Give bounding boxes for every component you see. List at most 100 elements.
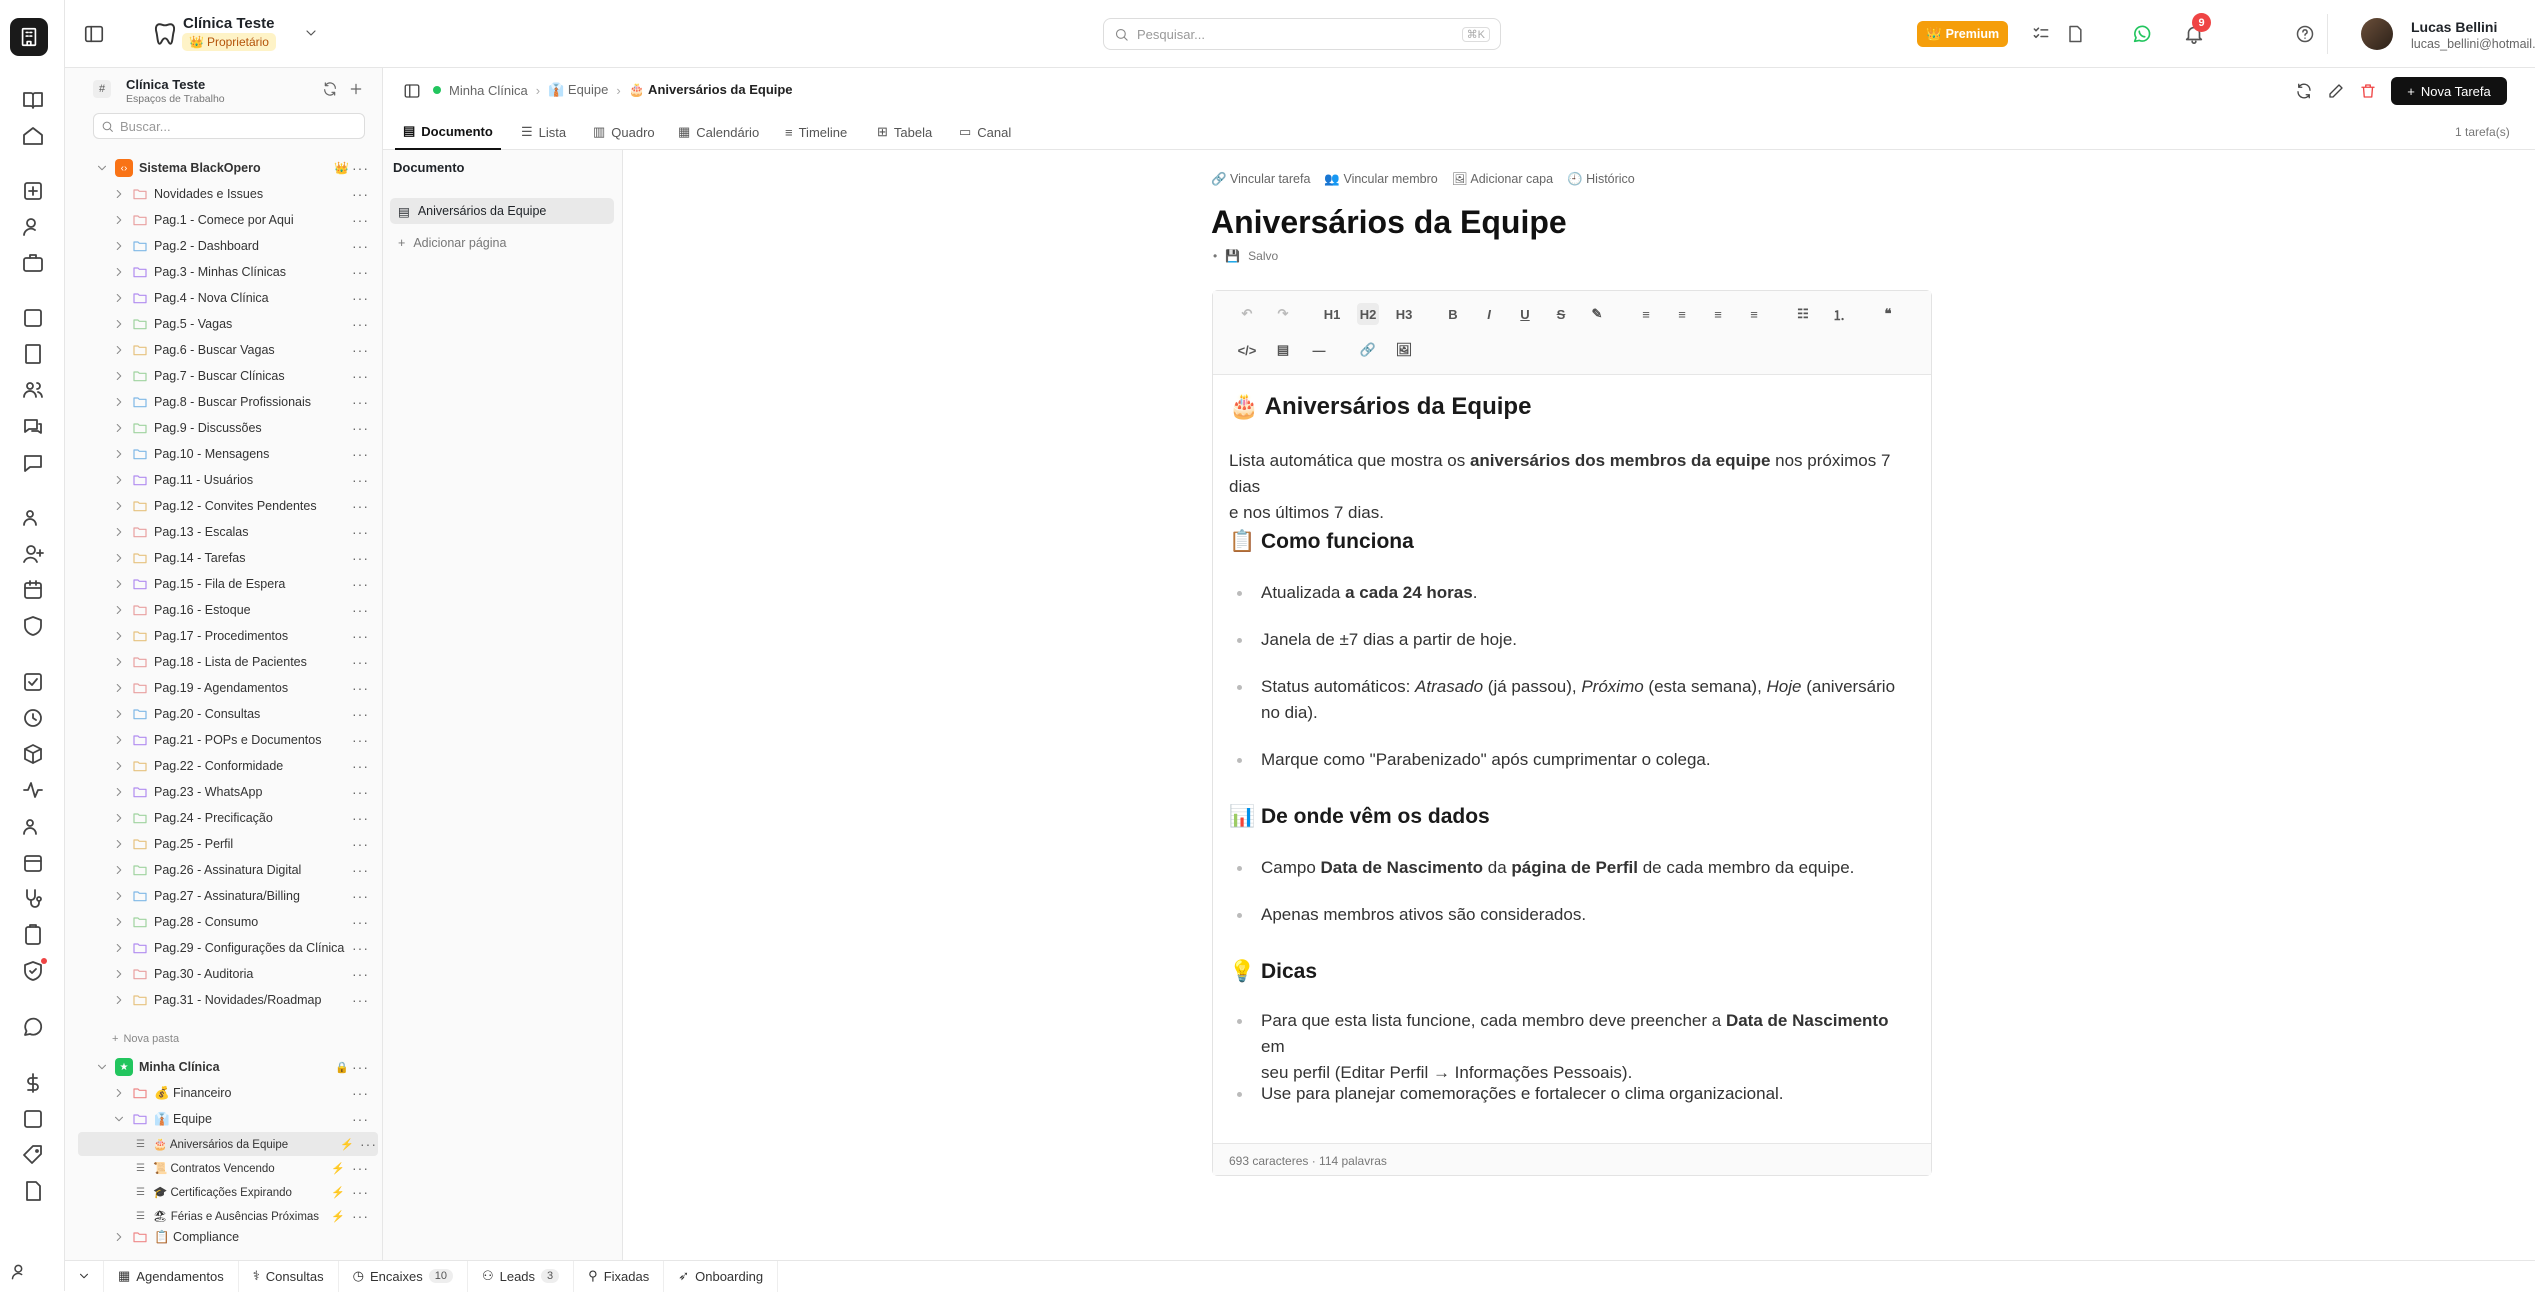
align-left-icon[interactable]: ≡ xyxy=(1635,303,1657,325)
bottom-encaixes[interactable]: ◷ Encaixes 10 xyxy=(339,1260,468,1292)
more-icon[interactable]: ··· xyxy=(352,498,369,514)
bottom-consultas[interactable]: ⚕ Consultas xyxy=(239,1260,339,1292)
link-member-button[interactable]: 👥 Vincular membro xyxy=(1324,172,1437,187)
sidebar-sub-page[interactable]: ☰ 🎂 Aniversários da Equipe ⚡ ··· xyxy=(78,1132,378,1156)
more-icon[interactable]: ··· xyxy=(352,1059,369,1075)
sidebar-folder[interactable]: Pag.8 - Buscar Profissionais ··· xyxy=(65,389,382,415)
clock-icon[interactable] xyxy=(21,706,45,730)
history-button[interactable]: 🕘 Histórico xyxy=(1567,172,1635,187)
check-square-icon[interactable] xyxy=(21,670,45,694)
briefcase-icon[interactable] xyxy=(21,251,45,275)
user-plus-icon[interactable] xyxy=(21,542,45,566)
sidebar-folder[interactable]: Pag.3 - Minhas Clínicas ··· xyxy=(65,259,382,285)
ordered-list-icon[interactable]: ⒈ xyxy=(1828,303,1850,325)
sidebar-folder[interactable]: Pag.1 - Comece por Aqui ··· xyxy=(65,207,382,233)
more-icon[interactable]: ··· xyxy=(352,368,369,384)
panel-toggle-icon[interactable] xyxy=(403,82,421,100)
whatsapp-icon[interactable] xyxy=(2131,23,2153,45)
search-input[interactable]: Pesquisar... ⌘K xyxy=(1103,18,1501,50)
page-item-active[interactable]: ▤ Aniversários da Equipe xyxy=(390,198,614,224)
app-logo[interactable] xyxy=(10,18,48,56)
sidebar-folder[interactable]: Pag.13 - Escalas ··· xyxy=(65,519,382,545)
more-icon[interactable]: ··· xyxy=(352,914,369,930)
more-icon[interactable]: ··· xyxy=(352,446,369,462)
more-icon[interactable]: ··· xyxy=(352,1085,369,1101)
sidebar-folder[interactable]: Pag.7 - Buscar Clínicas ··· xyxy=(65,363,382,389)
tab-canal[interactable]: ▭ Canal xyxy=(959,114,1011,150)
whatsapp-icon[interactable] xyxy=(21,1015,45,1039)
more-icon[interactable]: ··· xyxy=(352,940,369,956)
redo-icon[interactable]: ↷ xyxy=(1272,303,1294,325)
shield-icon[interactable] xyxy=(21,614,45,638)
more-icon[interactable]: ··· xyxy=(352,524,369,540)
tab-timeline[interactable]: ≡ Timeline xyxy=(785,114,847,150)
folder-financeiro[interactable]: 💰 Financeiro ··· xyxy=(65,1080,382,1106)
more-icon[interactable]: ··· xyxy=(352,680,369,696)
more-icon[interactable]: ··· xyxy=(352,758,369,774)
user-search-icon[interactable] xyxy=(21,215,45,239)
dollar-icon[interactable] xyxy=(21,1071,45,1095)
calendar-check-icon[interactable] xyxy=(21,851,45,875)
file-icon[interactable] xyxy=(21,1179,45,1203)
more-icon[interactable]: ··· xyxy=(352,706,369,722)
edit-icon[interactable] xyxy=(2327,82,2345,100)
more-icon[interactable]: ··· xyxy=(352,1111,369,1127)
chat-icon[interactable] xyxy=(21,415,45,439)
tab-calendario[interactable]: ▦ Calendário xyxy=(678,114,759,150)
heading-3-icon[interactable]: H3 xyxy=(1393,303,1415,325)
more-icon[interactable]: ··· xyxy=(352,992,369,1008)
sidebar-folder[interactable]: Pag.20 - Consultas ··· xyxy=(65,701,382,727)
italic-icon[interactable]: I xyxy=(1478,303,1500,325)
add-page-button[interactable]: + Adicionar página xyxy=(398,230,506,256)
bottom-leads[interactable]: ⚇ Leads 3 xyxy=(468,1260,575,1292)
workspace-name[interactable]: Clínica Teste xyxy=(183,15,274,32)
tab-lista[interactable]: ☰ Lista xyxy=(521,114,566,150)
sidebar-folder[interactable]: Novidades e Issues ··· xyxy=(65,181,382,207)
strikethrough-icon[interactable]: S xyxy=(1550,303,1572,325)
chevron-down-icon[interactable] xyxy=(303,25,319,41)
more-icon[interactable]: ··· xyxy=(352,810,369,826)
sidebar-folder[interactable]: Pag.18 - Lista de Pacientes ··· xyxy=(65,649,382,675)
sidebar-folder[interactable]: Pag.11 - Usuários ··· xyxy=(65,467,382,493)
sidebar-folder[interactable]: Pag.29 - Configurações da Clínica ··· xyxy=(65,935,382,961)
bullet-list-icon[interactable]: ☷ xyxy=(1792,303,1814,325)
more-icon[interactable]: ··· xyxy=(352,1184,369,1200)
more-icon[interactable]: ··· xyxy=(352,654,369,670)
refresh-icon[interactable] xyxy=(322,81,338,97)
sidebar-folder[interactable]: Pag.6 - Buscar Vagas ··· xyxy=(65,337,382,363)
more-icon[interactable]: ··· xyxy=(352,732,369,748)
tasks-icon[interactable] xyxy=(2031,24,2051,44)
undo-icon[interactable]: ↶ xyxy=(1236,303,1258,325)
workspace-avatar[interactable] xyxy=(145,14,185,54)
more-icon[interactable]: ··· xyxy=(352,472,369,488)
sidebar-folder[interactable]: Pag.30 - Auditoria ··· xyxy=(65,961,382,987)
more-icon[interactable]: ··· xyxy=(352,186,369,202)
sidebar-folder[interactable]: Pag.25 - Perfil ··· xyxy=(65,831,382,857)
more-icon[interactable]: ··· xyxy=(352,394,369,410)
patients-icon[interactable] xyxy=(21,815,45,839)
sidebar-sub-page[interactable]: ☰ 🎓 Certificações Expirando ⚡ ··· xyxy=(65,1180,382,1204)
more-icon[interactable]: ··· xyxy=(352,1160,369,1176)
link-icon[interactable]: 🔗 xyxy=(1357,339,1379,361)
underline-icon[interactable]: U xyxy=(1514,303,1536,325)
new-task-button[interactable]: + Nova Tarefa xyxy=(2391,77,2507,105)
more-icon[interactable]: ··· xyxy=(352,160,369,176)
sidebar-folder[interactable]: Pag.21 - POPs e Documentos ··· xyxy=(65,727,382,753)
heading-1-icon[interactable]: H1 xyxy=(1321,303,1343,325)
folder-equipe[interactable]: 👔 Equipe ··· xyxy=(65,1106,382,1132)
refresh-icon[interactable] xyxy=(2295,82,2313,100)
tab-tabela[interactable]: ⊞ Tabela xyxy=(877,114,932,150)
trash-icon[interactable] xyxy=(2359,82,2377,100)
more-icon[interactable]: ··· xyxy=(352,836,369,852)
image-icon[interactable]: 🖼 xyxy=(1393,339,1415,361)
box-icon[interactable] xyxy=(21,742,45,766)
more-icon[interactable]: ··· xyxy=(352,212,369,228)
highlight-icon[interactable]: ✎ xyxy=(1586,303,1608,325)
folder-compliance[interactable]: 📋 Compliance xyxy=(65,1224,382,1250)
more-icon[interactable]: ··· xyxy=(352,784,369,800)
align-right-icon[interactable]: ≡ xyxy=(1707,303,1729,325)
tab-quadro[interactable]: ▥ Quadro xyxy=(593,114,655,150)
more-icon[interactable]: ··· xyxy=(352,862,369,878)
stethoscope-icon[interactable] xyxy=(21,887,45,911)
building-2-icon[interactable] xyxy=(21,306,45,330)
